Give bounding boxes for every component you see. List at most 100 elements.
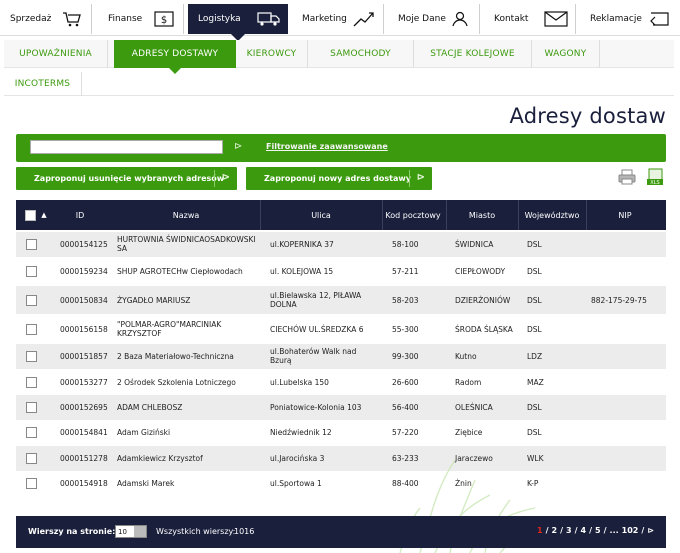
cell-zip: 58-203 bbox=[392, 295, 419, 305]
sub-tabs: UPOWAŻNIENIA ADRESY DOSTAWY KIEROWCY SAM… bbox=[4, 40, 674, 74]
tab-incoterms[interactable]: INCOTERMS bbox=[4, 72, 82, 96]
propose-add-button[interactable]: Zaproponuj nowy adres dostawy ⊳ bbox=[246, 167, 432, 190]
tab-wagony[interactable]: WAGONY bbox=[532, 40, 600, 68]
total-rows-value: 1016 bbox=[234, 527, 255, 536]
cell-name: "POLMAR-AGRO"MARCINIAK KRZYSZTOF bbox=[117, 320, 222, 338]
row-checkbox[interactable] bbox=[26, 376, 37, 388]
total-rows-label: Wszystkich wierszy: bbox=[156, 527, 236, 536]
page-link[interactable]: 102 bbox=[622, 526, 639, 535]
row-checkbox[interactable] bbox=[26, 294, 37, 306]
table-row[interactable]: 0000154841 Adam Giziński Niedźwiednik 12… bbox=[16, 420, 666, 445]
top-navigation: Sprzedaż Finanse $ Logistyka Marketing M… bbox=[0, 0, 680, 41]
rows-per-page-value: 10 bbox=[118, 527, 127, 536]
cell-id: 0000153277 bbox=[60, 377, 108, 387]
cell-city: DZIERŻONIÓW bbox=[455, 295, 511, 305]
cell-zip: 57-211 bbox=[392, 266, 419, 276]
table-row[interactable]: 0000151857 2 Baza Materiałowo-Techniczna… bbox=[16, 344, 666, 369]
row-checkbox-cell bbox=[26, 286, 37, 314]
cell-street: Poniatowice-Kolonia 103 bbox=[270, 402, 362, 412]
cell-id: 0000159234 bbox=[60, 266, 108, 276]
nav-item-kontakt[interactable]: Kontakt bbox=[484, 4, 576, 34]
column-region[interactable]: Województwo bbox=[520, 200, 584, 230]
svg-text:$: $ bbox=[161, 15, 167, 26]
tab-samochody[interactable]: SAMOCHODY bbox=[308, 40, 414, 68]
row-checkbox[interactable] bbox=[26, 350, 37, 362]
nav-label: Finanse bbox=[108, 14, 143, 24]
page-separator: / bbox=[560, 526, 564, 535]
row-checkbox[interactable] bbox=[26, 401, 37, 413]
column-zip[interactable]: Kod pocztowy bbox=[384, 200, 442, 230]
page-link[interactable]: 4 bbox=[581, 526, 587, 535]
cell-id: 0000156158 bbox=[60, 324, 108, 334]
page-separator: / bbox=[574, 526, 578, 535]
cell-zip: 58-100 bbox=[392, 239, 419, 249]
advanced-filter-link[interactable]: Filtrowanie zaawansowane bbox=[266, 142, 388, 151]
tab-upowaznienia[interactable]: UPOWAŻNIENIA bbox=[4, 40, 108, 68]
rows-per-page-select[interactable]: 10 bbox=[115, 525, 147, 538]
excel-export-icon[interactable]: XLS bbox=[646, 168, 664, 186]
nav-item-marketing[interactable]: Marketing bbox=[292, 4, 384, 34]
table-row[interactable]: 0000153277 2 Ośrodek Szkolenia Lotniczeg… bbox=[16, 370, 666, 395]
nav-label: Moje Dane bbox=[398, 14, 446, 24]
row-checkbox[interactable] bbox=[26, 323, 37, 335]
svg-text:XLS: XLS bbox=[650, 180, 659, 186]
table-row[interactable]: 0000150834 ŻYGADŁO MARIUSZ ul.Bielawska … bbox=[16, 286, 666, 314]
column-id[interactable]: ID bbox=[54, 200, 106, 230]
money-icon: $ bbox=[151, 10, 177, 28]
table-row[interactable]: 0000154918 Adamski Marek ul.Sportowa 1 8… bbox=[16, 471, 666, 496]
cell-street: ul.KOPERNIKA 37 bbox=[270, 239, 334, 249]
table-row[interactable]: 0000151278 Adamkiewicz Krzysztof ul.Jaro… bbox=[16, 446, 666, 471]
nav-item-sprzedaz[interactable]: Sprzedaż bbox=[0, 4, 92, 34]
nav-item-moje-dane[interactable]: Moje Dane bbox=[388, 4, 480, 34]
table-row[interactable]: 0000154125 HURTOWNIA ŚWIDNICAOSADKOWSKI … bbox=[16, 232, 666, 257]
search-arrow-icon[interactable]: ⊳ bbox=[234, 141, 242, 152]
tab-adresy-dostawy[interactable]: ADRESY DOSTAWY bbox=[114, 40, 236, 74]
row-checkbox[interactable] bbox=[26, 477, 37, 489]
cell-id: 0000151857 bbox=[60, 351, 108, 361]
page-separator: / bbox=[641, 526, 645, 535]
page-link[interactable]: 5 bbox=[595, 526, 601, 535]
cell-id: 0000151278 bbox=[60, 453, 108, 463]
next-page-icon[interactable]: ⊳ bbox=[647, 526, 654, 535]
table-row[interactable]: 0000152695 ADAM CHLEBOSZ Poniatowice-Kol… bbox=[16, 395, 666, 420]
nav-label: Kontakt bbox=[494, 14, 529, 24]
print-icon[interactable] bbox=[618, 168, 636, 186]
cell-region: DSL bbox=[527, 295, 542, 305]
row-checkbox[interactable] bbox=[26, 452, 37, 464]
tab-kierowcy[interactable]: KIEROWCY bbox=[236, 40, 308, 68]
user-icon bbox=[447, 10, 473, 28]
cell-nip: 882-175-29-75 bbox=[591, 295, 647, 305]
page-link[interactable]: 3 bbox=[566, 526, 572, 535]
cell-id: 0000154841 bbox=[60, 427, 108, 437]
search-input[interactable] bbox=[30, 140, 223, 154]
nav-item-reklamacje[interactable]: Reklamacje bbox=[580, 4, 678, 34]
row-checkbox[interactable] bbox=[26, 238, 37, 250]
chevron-down-icon bbox=[134, 526, 146, 537]
cell-street: ul.Bohaterów Walk nad Bzurą bbox=[270, 347, 357, 366]
select-all-checkbox[interactable] bbox=[25, 209, 37, 221]
page-link[interactable]: 1 bbox=[537, 526, 543, 535]
divider bbox=[518, 200, 519, 230]
column-name[interactable]: Nazwa bbox=[112, 200, 260, 230]
sort-asc-icon[interactable]: ▲ bbox=[41, 211, 46, 219]
cell-region: LDZ bbox=[527, 351, 543, 361]
tab-stacje-kolejowe[interactable]: STACJE KOLEJOWE bbox=[414, 40, 532, 68]
column-nip[interactable]: NIP bbox=[588, 200, 662, 230]
row-checkbox[interactable] bbox=[26, 426, 37, 438]
cell-id: 0000152695 bbox=[60, 402, 108, 412]
page-separator: / bbox=[589, 526, 593, 535]
cell-street: ul.Jarocińska 3 bbox=[270, 453, 325, 463]
page-link[interactable]: 2 bbox=[552, 526, 558, 535]
cell-zip: 26-600 bbox=[392, 377, 419, 387]
column-street[interactable]: Ulica bbox=[264, 200, 378, 230]
propose-remove-button[interactable]: Zaproponuj usunięcie wybranych adresów ⊳ bbox=[16, 167, 237, 190]
table-row[interactable]: 0000159234 SHUP AGROTECHw Ciepłowodach u… bbox=[16, 259, 666, 284]
row-checkbox[interactable] bbox=[26, 265, 37, 277]
page-ellipsis: ... bbox=[609, 526, 619, 535]
cell-zip: 99-300 bbox=[392, 351, 419, 361]
column-city[interactable]: Miasto bbox=[448, 200, 516, 230]
nav-item-finanse[interactable]: Finanse $ bbox=[98, 4, 184, 34]
table-footer: Wierszy na stronie: 10 Wszystkich wiersz… bbox=[16, 516, 666, 548]
nav-item-logistyka[interactable]: Logistyka bbox=[188, 4, 288, 41]
table-row[interactable]: 0000156158 "POLMAR-AGRO"MARCINIAK KRZYSZ… bbox=[16, 315, 666, 343]
